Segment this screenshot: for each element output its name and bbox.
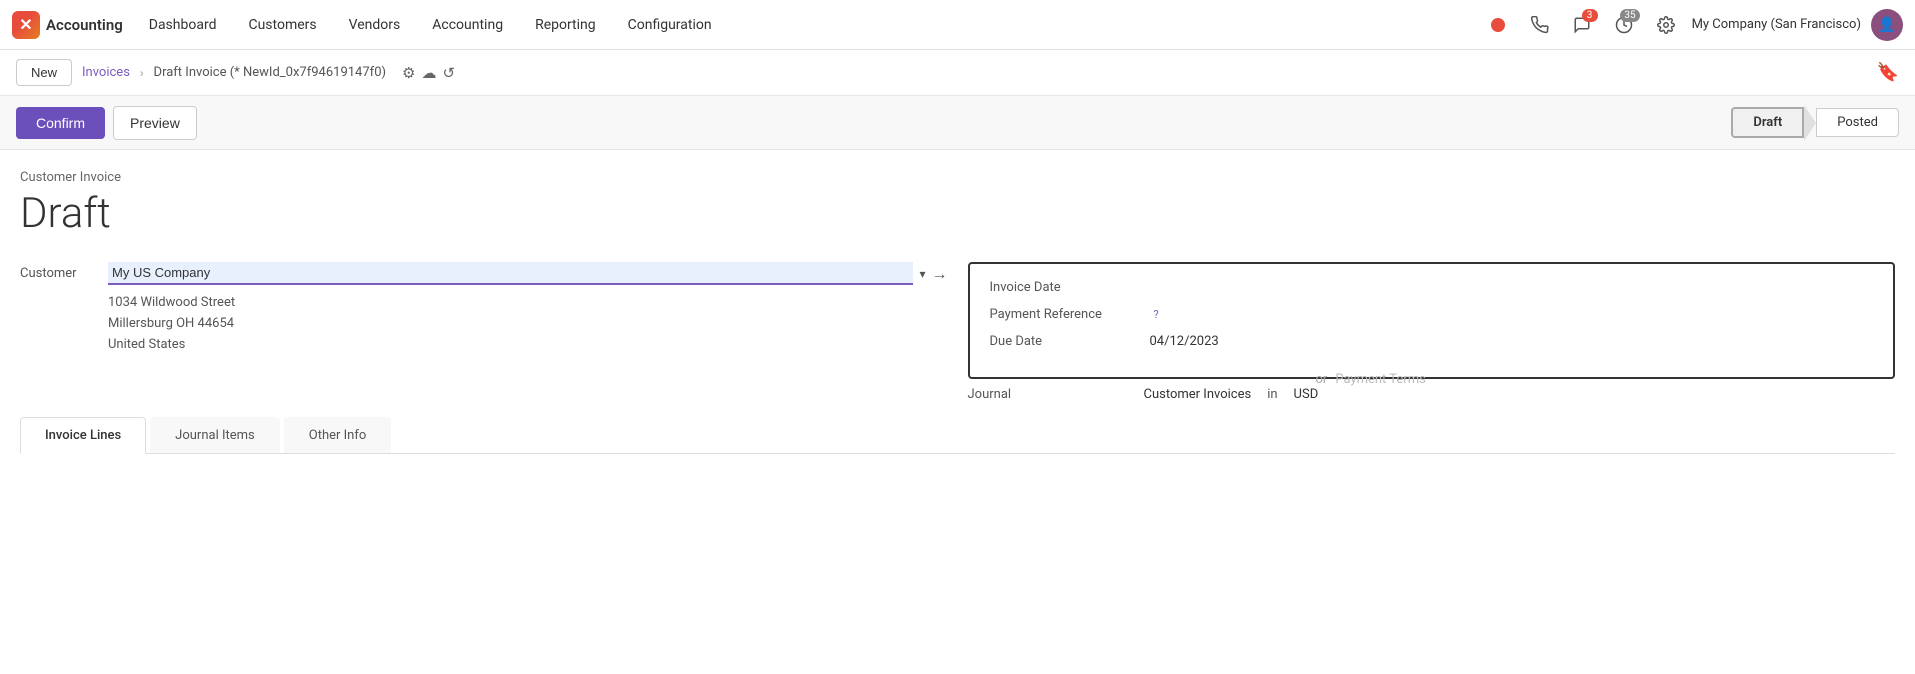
tabs-bar: Invoice Lines Journal Items Other Info — [20, 417, 1895, 454]
timer-icon[interactable]: 35 — [1608, 9, 1640, 41]
payment-reference-row: Payment Reference ? — [990, 307, 1874, 322]
chat-icon[interactable]: 3 — [1566, 9, 1598, 41]
preview-button[interactable]: Preview — [113, 106, 197, 140]
invoice-title: Draft — [20, 189, 1895, 238]
breadcrumb-icons: ⚙ ☁ ↺ — [402, 64, 455, 82]
action-bar: Confirm Preview Draft Posted — [0, 96, 1915, 150]
address-line3: United States — [108, 335, 948, 356]
phone-icon[interactable] — [1524, 9, 1556, 41]
payment-reference-help-icon[interactable]: ? — [1154, 308, 1159, 321]
user-avatar[interactable]: 👤 — [1871, 9, 1903, 41]
cloud-upload-icon[interactable]: ☁ — [421, 64, 436, 82]
form-grid: Customer ▾ → 1034 Wildwood Street Miller… — [20, 262, 1895, 387]
topnav-right: 3 35 My Company (San Francisco) 👤 — [1482, 9, 1903, 41]
invoice-label: Customer Invoice — [20, 170, 1895, 185]
nav-vendors[interactable]: Vendors — [335, 11, 415, 39]
nav-customers[interactable]: Customers — [234, 11, 330, 39]
customer-label: Customer — [20, 262, 100, 281]
journal-in-text: in — [1267, 387, 1277, 402]
payment-terms-row: or Payment Terms — [1308, 372, 1896, 387]
undo-icon[interactable]: ↺ — [442, 64, 455, 82]
address-line2: Millersburg OH 44654 — [108, 314, 948, 335]
status-posted[interactable]: Posted — [1816, 108, 1899, 137]
app-name: Accounting — [46, 16, 123, 34]
chat-badge: 3 — [1582, 9, 1598, 22]
customer-input[interactable] — [108, 262, 913, 285]
nav-dashboard[interactable]: Dashboard — [135, 11, 231, 39]
journal-section: Journal Customer Invoices in USD — [968, 387, 1896, 402]
breadcrumb-invoices-link[interactable]: Invoices — [82, 65, 130, 80]
journal-label: Journal — [968, 387, 1128, 402]
due-date-row: Due Date 04/12/2023 — [990, 334, 1874, 349]
timer-badge: 35 — [1620, 9, 1639, 22]
company-name[interactable]: My Company (San Francisco) — [1692, 17, 1861, 32]
nav-configuration[interactable]: Configuration — [614, 11, 726, 39]
breadcrumb-current: Draft Invoice (* NewId_0x7f94619147f0) — [154, 65, 387, 80]
customer-field-row: Customer ▾ → — [20, 262, 948, 285]
app-logo[interactable]: ✕ Accounting — [12, 11, 123, 39]
status-draft[interactable]: Draft — [1731, 107, 1804, 138]
logo-icon: ✕ — [12, 11, 40, 39]
new-button[interactable]: New — [16, 59, 72, 86]
nav-accounting[interactable]: Accounting — [418, 11, 517, 39]
customer-address: 1034 Wildwood Street Millersburg OH 4465… — [108, 293, 948, 355]
customer-section: Customer ▾ → 1034 Wildwood Street Miller… — [20, 262, 948, 387]
settings-icon[interactable] — [1650, 9, 1682, 41]
settings-gear-icon[interactable]: ⚙ — [402, 64, 415, 82]
address-line1: 1034 Wildwood Street — [108, 293, 948, 314]
due-date-value[interactable]: 04/12/2023 — [1150, 334, 1219, 349]
record-button[interactable] — [1482, 9, 1514, 41]
invoice-details-panel: Invoice Date Payment Reference ? Due Dat… — [968, 262, 1896, 379]
nav-reporting[interactable]: Reporting — [521, 11, 610, 39]
main-content: Customer Invoice Draft Customer ▾ → 1034… — [0, 150, 1915, 454]
confirm-button[interactable]: Confirm — [16, 107, 105, 139]
tab-journal-items[interactable]: Journal Items — [150, 417, 280, 453]
invoice-date-label: Invoice Date — [990, 280, 1150, 295]
or-text: or — [1316, 372, 1328, 387]
invoice-details-section: Invoice Date Payment Reference ? Due Dat… — [968, 262, 1896, 387]
customer-dropdown-icon[interactable]: ▾ — [919, 267, 925, 281]
journal-currency: USD — [1294, 387, 1319, 402]
tab-invoice-lines[interactable]: Invoice Lines — [20, 417, 146, 454]
due-date-label: Due Date — [990, 334, 1150, 349]
breadcrumb-bar: New Invoices › Draft Invoice (* NewId_0x… — [0, 50, 1915, 96]
invoice-date-row: Invoice Date — [990, 280, 1874, 295]
journal-value[interactable]: Customer Invoices — [1144, 387, 1252, 402]
payment-reference-label: Payment Reference — [990, 307, 1150, 322]
tab-other-info[interactable]: Other Info — [284, 417, 392, 453]
top-navigation: ✕ Accounting Dashboard Customers Vendors… — [0, 0, 1915, 50]
customer-input-wrap: ▾ → — [108, 262, 948, 285]
status-bar: Draft Posted — [1731, 105, 1899, 141]
bookmark-icon[interactable]: 🔖 — [1877, 62, 1899, 83]
customer-navigate-icon[interactable]: → — [932, 264, 948, 284]
breadcrumb-separator: › — [140, 66, 144, 80]
payment-terms-input[interactable]: Payment Terms — [1335, 372, 1426, 387]
